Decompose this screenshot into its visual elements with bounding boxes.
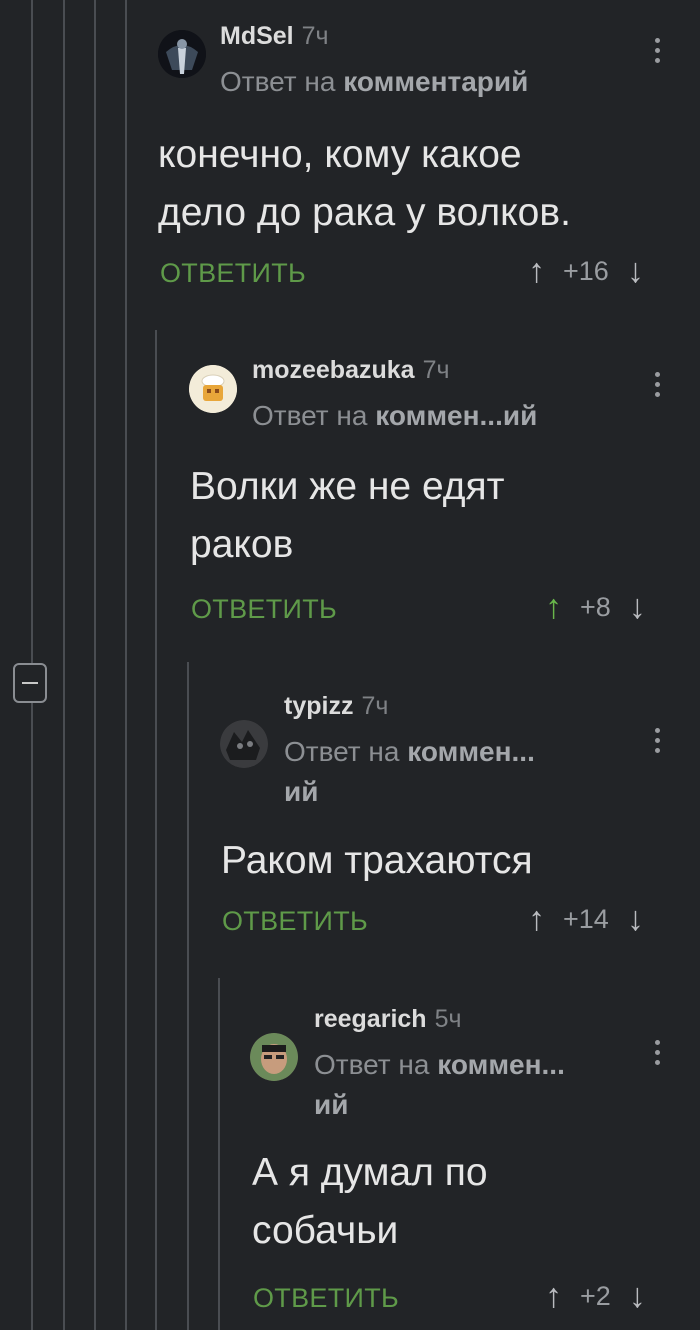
upvote-arrow-icon[interactable]: ↑ — [545, 1277, 562, 1316]
reply-to-line: Ответ на комментарий — [220, 62, 528, 102]
comment-text-line: Раком трахаются — [221, 839, 533, 882]
vote-controls: ↑ +16 ↓ — [528, 252, 644, 291]
comment-text-line: Волки же не едят — [190, 465, 505, 508]
comment-text-line: конечно, кому какое — [158, 133, 522, 176]
comment-username[interactable]: typizz 7ч — [284, 692, 388, 721]
vote-controls: ↑ +8 ↓ — [545, 588, 646, 627]
thread-line-6 — [187, 662, 189, 1330]
avatar[interactable] — [158, 30, 206, 78]
comment-time: 7ч — [422, 356, 450, 384]
username-text[interactable]: mozeebazuka — [252, 356, 415, 384]
comment-time: 7ч — [361, 692, 389, 720]
vote-controls: ↑ +14 ↓ — [528, 900, 644, 939]
thread-line-4 — [125, 0, 127, 1330]
reply-to-line: Ответ на коммен... ий — [314, 1045, 565, 1125]
avatar[interactable] — [189, 365, 237, 413]
comment-text: Раком трахаются — [221, 832, 533, 890]
thread-line-3 — [94, 0, 96, 1330]
thread-line-5 — [155, 330, 157, 1330]
thread-line-2 — [63, 0, 65, 1330]
comment-text: конечно, кому какое дело до рака у волко… — [158, 126, 571, 242]
comment-text: Волки же не едят раков — [190, 458, 505, 574]
reply-to-line: Ответ на коммен...ий — [252, 396, 537, 436]
comment-text-line: собачьи — [252, 1209, 399, 1252]
username-text[interactable]: MdSel — [220, 22, 294, 50]
downvote-arrow-icon[interactable]: ↓ — [629, 588, 646, 627]
downvote-arrow-icon[interactable]: ↓ — [627, 900, 644, 939]
reply-button[interactable]: ОТВЕТИТЬ — [253, 1283, 399, 1314]
comment-username[interactable]: MdSel 7ч — [220, 22, 329, 51]
avatar-image-icon — [220, 720, 268, 768]
reply-prefix: Ответ на — [252, 400, 368, 431]
vote-score: +16 — [563, 256, 609, 286]
comment-text-line: раков — [190, 523, 294, 566]
reply-prefix: Ответ на — [220, 66, 336, 97]
reply-button[interactable]: ОТВЕТИТЬ — [160, 258, 306, 289]
comment-text-line: А я думал по — [252, 1151, 488, 1194]
thread-line-7 — [218, 978, 220, 1330]
comment-time: 7ч — [301, 22, 329, 50]
upvote-arrow-icon[interactable]: ↑ — [528, 900, 545, 939]
vote-score: +2 — [580, 1281, 611, 1311]
comment-username[interactable]: reegarich 5ч — [314, 1005, 462, 1034]
collapse-thread-button[interactable] — [13, 663, 47, 703]
reply-target-link[interactable]: ий — [284, 776, 318, 807]
avatar-image-icon — [158, 30, 206, 78]
reply-button[interactable]: ОТВЕТИТЬ — [222, 906, 368, 937]
reply-target-link[interactable]: коммен... — [437, 1049, 565, 1080]
reply-button[interactable]: ОТВЕТИТЬ — [191, 594, 337, 625]
more-options-icon[interactable] — [655, 38, 661, 68]
more-options-icon[interactable] — [655, 372, 661, 402]
avatar[interactable] — [220, 720, 268, 768]
more-options-icon[interactable] — [655, 728, 661, 758]
upvote-arrow-icon[interactable]: ↑ — [545, 588, 562, 627]
avatar-image-icon — [250, 1033, 298, 1081]
more-options-icon[interactable] — [655, 1040, 661, 1070]
vote-score: +8 — [580, 592, 611, 622]
comment-text-line: дело до рака у волков. — [158, 191, 571, 234]
comment-text: А я думал по собачьи — [252, 1144, 488, 1260]
username-text[interactable]: typizz — [284, 692, 353, 720]
downvote-arrow-icon[interactable]: ↓ — [627, 252, 644, 291]
vote-controls: ↑ +2 ↓ — [545, 1277, 646, 1316]
reply-prefix: Ответ на — [284, 736, 400, 767]
vote-score: +14 — [563, 904, 609, 934]
reply-target-link[interactable]: ий — [314, 1089, 348, 1120]
avatar[interactable] — [250, 1033, 298, 1081]
reply-target-link[interactable]: коммен...ий — [375, 400, 537, 431]
downvote-arrow-icon[interactable]: ↓ — [629, 1277, 646, 1316]
reply-target-link[interactable]: комментарий — [343, 66, 528, 97]
reply-to-line: Ответ на коммен... ий — [284, 732, 535, 812]
comment-username[interactable]: mozeebazuka 7ч — [252, 356, 450, 385]
username-text[interactable]: reegarich — [314, 1005, 427, 1033]
reply-target-link[interactable]: коммен... — [407, 736, 535, 767]
reply-prefix: Ответ на — [314, 1049, 430, 1080]
upvote-arrow-icon[interactable]: ↑ — [528, 252, 545, 291]
avatar-image-icon — [189, 365, 237, 413]
comment-time: 5ч — [434, 1005, 462, 1033]
